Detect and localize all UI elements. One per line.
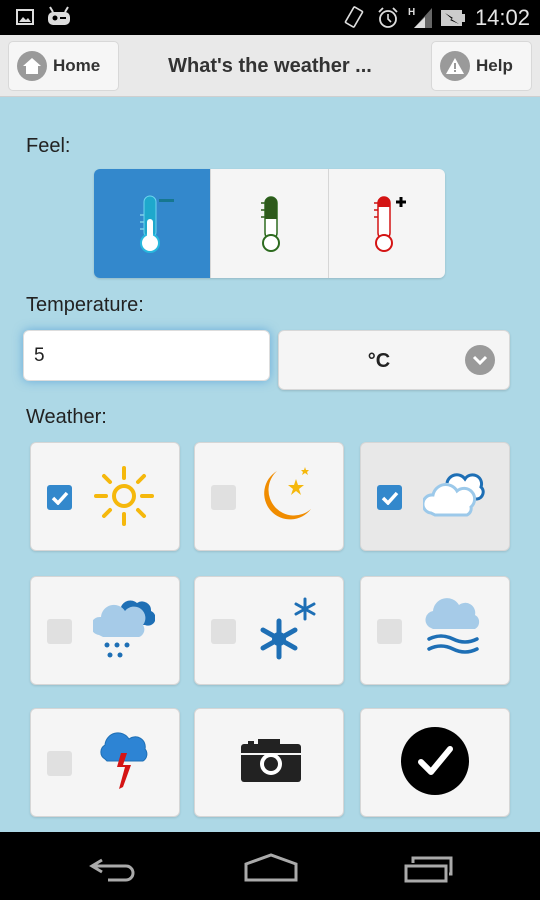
checkbox-unchecked[interactable]: [211, 485, 236, 510]
snowflake-icon: [260, 597, 316, 660]
feel-option-hot[interactable]: [327, 169, 445, 278]
alarm-icon: [378, 7, 398, 28]
thermometer-icon: [261, 195, 281, 252]
weather-tile-sunny[interactable]: [30, 442, 180, 551]
storm-icon: [100, 732, 148, 789]
weather-tile-cloudy[interactable]: [360, 442, 510, 551]
app-header: Home What's the weather ... Help: [0, 35, 540, 97]
battery-charging-icon: [441, 10, 465, 26]
signal-icon: H: [408, 7, 432, 28]
temperature-label: Temperature:: [26, 294, 144, 316]
gallery-icon: [16, 9, 34, 25]
warning-icon: [440, 51, 470, 81]
home-icon: [17, 51, 47, 81]
weather-tile-thunderstorm[interactable]: [30, 708, 180, 817]
svg-text:H: H: [408, 7, 415, 18]
page-title: What's the weather ...: [168, 55, 372, 77]
checkbox-checked[interactable]: [377, 485, 402, 510]
submit-button[interactable]: [360, 708, 510, 817]
fog-icon: [425, 598, 480, 654]
checkbox-unchecked[interactable]: [211, 619, 236, 644]
checkbox-checked[interactable]: [47, 485, 72, 510]
weather-tile-rain[interactable]: [30, 576, 180, 685]
moon-stars-icon: [264, 467, 311, 520]
unit-select-value: °C: [367, 350, 391, 372]
thermometer-plus-icon: [373, 195, 406, 252]
feel-label: Feel:: [26, 135, 71, 157]
home-button-label: Home: [53, 56, 101, 75]
checkbox-unchecked[interactable]: [377, 619, 402, 644]
help-button[interactable]: Help: [431, 41, 532, 91]
weather-tile-fog[interactable]: [360, 576, 510, 685]
clouds-icon: [423, 473, 485, 517]
temperature-input[interactable]: [23, 330, 270, 381]
status-bar: H 14:02: [0, 0, 540, 35]
vibrate-icon: [344, 6, 364, 28]
help-button-label: Help: [476, 56, 513, 75]
feel-selector: [94, 169, 445, 278]
thermometer-minus-icon: [140, 195, 175, 253]
home-button[interactable]: Home: [8, 41, 119, 91]
sun-icon: [94, 466, 154, 526]
weather-label: Weather:: [26, 406, 107, 428]
weather-tile-clear-night[interactable]: [194, 442, 344, 551]
navigation-bar: [0, 832, 540, 900]
feel-option-cold[interactable]: [94, 169, 211, 278]
camera-button[interactable]: [194, 708, 344, 817]
chevron-down-icon: [465, 345, 495, 375]
rain-cloud-icon: [93, 600, 155, 658]
weather-tile-snow[interactable]: [194, 576, 344, 685]
checkmark-circle-icon: [401, 727, 469, 795]
camera-icon: [241, 739, 301, 782]
recents-icon[interactable]: [403, 854, 455, 884]
checkbox-unchecked[interactable]: [47, 751, 72, 776]
feel-option-neutral[interactable]: [210, 169, 328, 278]
back-icon[interactable]: [88, 854, 138, 884]
cyanogenmod-icon: [48, 6, 70, 25]
home-nav-icon[interactable]: [243, 852, 299, 882]
clock: 14:02: [474, 5, 530, 30]
checkbox-unchecked[interactable]: [47, 619, 72, 644]
unit-select[interactable]: °C: [278, 330, 510, 390]
